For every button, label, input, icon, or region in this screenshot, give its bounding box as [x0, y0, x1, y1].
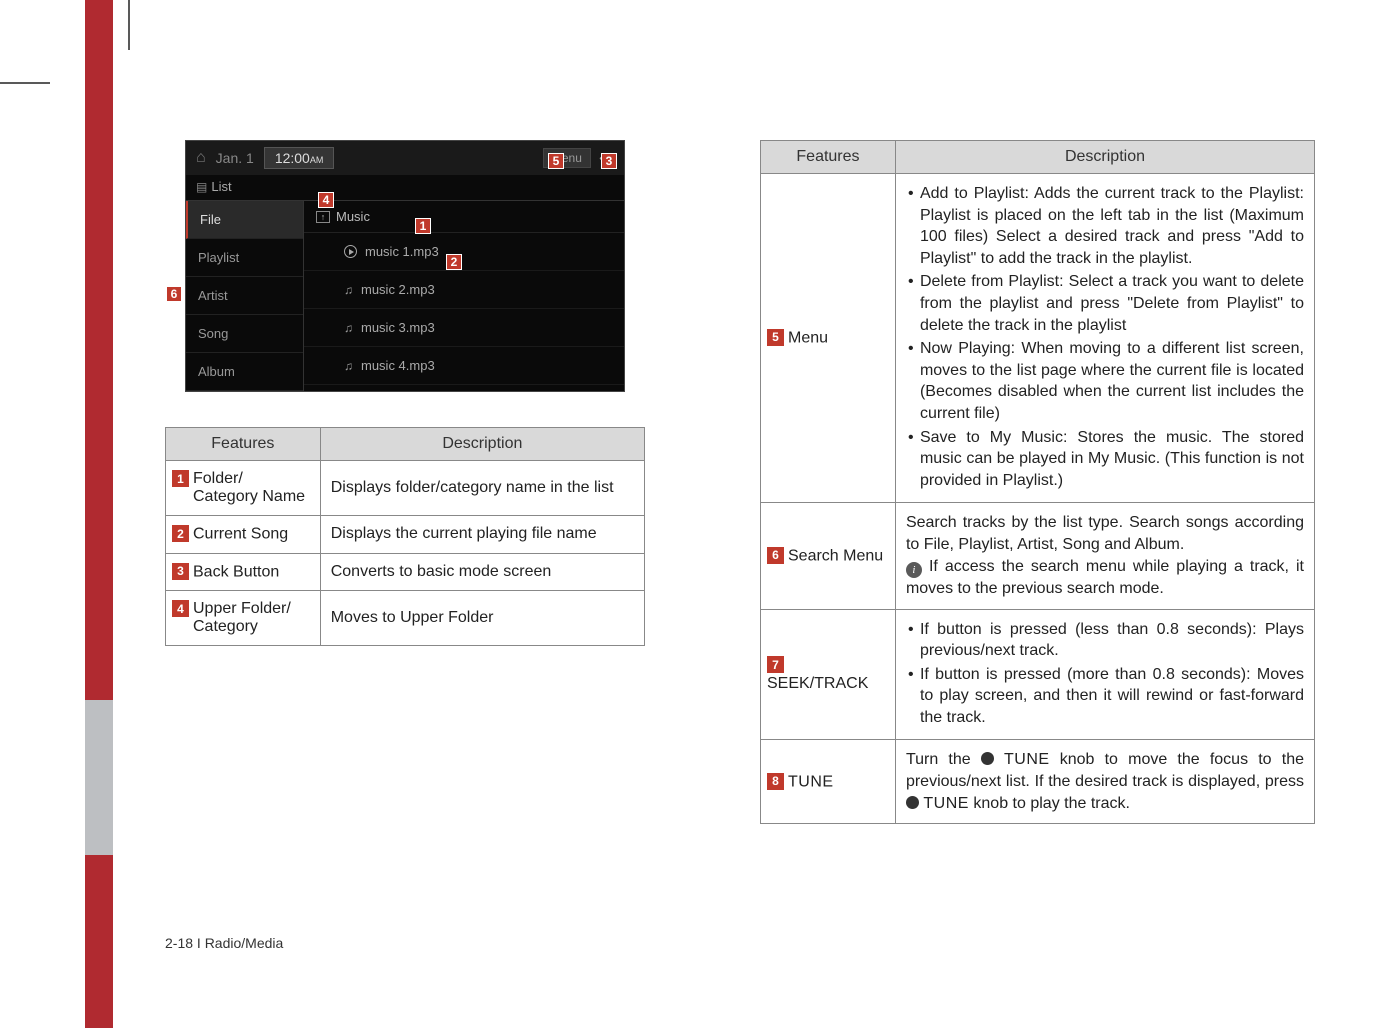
th-features: Features: [761, 141, 896, 174]
table-row: 7SEEK/TRACK If button is pressed (less t…: [761, 609, 1315, 740]
list-label: List: [211, 179, 231, 194]
page-edge-strip: [85, 0, 113, 1028]
callout-1: 1: [415, 218, 431, 234]
track-row[interactable]: ♫ music 4.mp3: [304, 347, 624, 385]
list-icon: ▤: [196, 180, 207, 194]
side-item-album[interactable]: Album: [186, 353, 303, 391]
desc-text: Search tracks by the list type. Search s…: [906, 514, 1304, 553]
desc-text: If access the search menu while playing …: [906, 558, 1304, 597]
callout-6: 6: [166, 286, 182, 302]
th-features: Features: [166, 428, 321, 461]
row-badge: 6: [767, 547, 784, 564]
device-screenshot: ⌂ Jan. 1 12:00AM Menu ↩ ▤ List File: [185, 140, 625, 392]
side-item-song[interactable]: Song: [186, 315, 303, 353]
row-badge: 1: [172, 470, 189, 487]
play-icon: [344, 245, 357, 258]
time-label: 12:00AM: [264, 147, 335, 169]
th-description: Description: [320, 428, 644, 461]
track-row[interactable]: ♫ music 3.mp3: [304, 309, 624, 347]
table-row: 6Search Menu Search tracks by the list t…: [761, 503, 1315, 609]
features-table-left: Features Description 1Folder/ Category N…: [165, 427, 645, 646]
row-badge: 8: [767, 773, 784, 790]
side-item-file[interactable]: File: [186, 201, 303, 239]
content-list: ↑ Music music 1.mp3 ♫ music 2.mp3 ♫ musi…: [304, 201, 624, 391]
row-badge: 7: [767, 656, 784, 673]
table-row: 2Current Song Displays the current playi…: [166, 516, 645, 554]
row-badge: 5: [767, 329, 784, 346]
desc-item: Add to Playlist: Adds the current track …: [906, 183, 1304, 269]
desc-item: Save to My Music: Stores the music. The …: [906, 427, 1304, 492]
knob-icon: [906, 796, 919, 809]
desc-text: Turn the: [906, 751, 981, 768]
row-badge: 3: [172, 563, 189, 580]
th-description: Description: [895, 141, 1314, 174]
folder-header[interactable]: ↑ Music: [304, 201, 624, 233]
desc-item: If button is pressed (less than 0.8 seco…: [906, 619, 1304, 662]
note-icon: ♫: [344, 359, 353, 373]
row-badge: 4: [172, 600, 189, 617]
callout-5: 5: [548, 153, 564, 169]
knob-icon: [981, 752, 994, 765]
track-row[interactable]: ♫ music 2.mp3: [304, 271, 624, 309]
tune-label: TUNE: [923, 795, 969, 812]
page-edge-tab: [85, 700, 113, 855]
page-footer: 2-18 I Radio/Media: [165, 935, 283, 951]
desc-item: Now Playing: When moving to a different …: [906, 338, 1304, 424]
features-table-right: Features Description 5Menu Add to Playli…: [760, 140, 1315, 824]
desc-item: Delete from Playlist: Select a track you…: [906, 271, 1304, 336]
side-item-playlist[interactable]: Playlist: [186, 239, 303, 277]
home-icon: ⌂: [196, 149, 206, 167]
table-row: 5Menu Add to Playlist: Adds the current …: [761, 174, 1315, 503]
table-row: 4Upper Folder/ Category Moves to Upper F…: [166, 591, 645, 646]
note-icon: ♫: [344, 283, 353, 297]
sub-status-bar: ▤ List: [186, 175, 624, 201]
callout-4: 4: [318, 192, 334, 208]
date-label: Jan. 1: [216, 150, 254, 166]
desc-text: knob to play the track.: [973, 795, 1130, 812]
info-icon: i: [906, 562, 922, 578]
side-item-artist[interactable]: Artist: [186, 277, 303, 315]
desc-item: If button is pressed (more than 0.8 seco…: [906, 664, 1304, 729]
table-row: 8TUNE Turn the TUNE knob to move the foc…: [761, 740, 1315, 824]
callout-2: 2: [446, 254, 462, 270]
table-row: 1Folder/ Category Name Displays folder/c…: [166, 461, 645, 516]
up-folder-icon: ↑: [316, 211, 330, 223]
note-icon: ♫: [344, 321, 353, 335]
crop-mark: [128, 0, 130, 50]
crop-mark: [0, 82, 50, 84]
tune-label: TUNE: [1004, 751, 1050, 768]
track-row[interactable]: music 1.mp3: [304, 233, 624, 271]
row-badge: 2: [172, 525, 189, 542]
table-row: 3Back Button Converts to basic mode scre…: [166, 553, 645, 591]
callout-3: 3: [601, 153, 617, 169]
folder-name: Music: [336, 209, 370, 224]
side-menu: File Playlist Artist Song Album: [186, 201, 304, 391]
